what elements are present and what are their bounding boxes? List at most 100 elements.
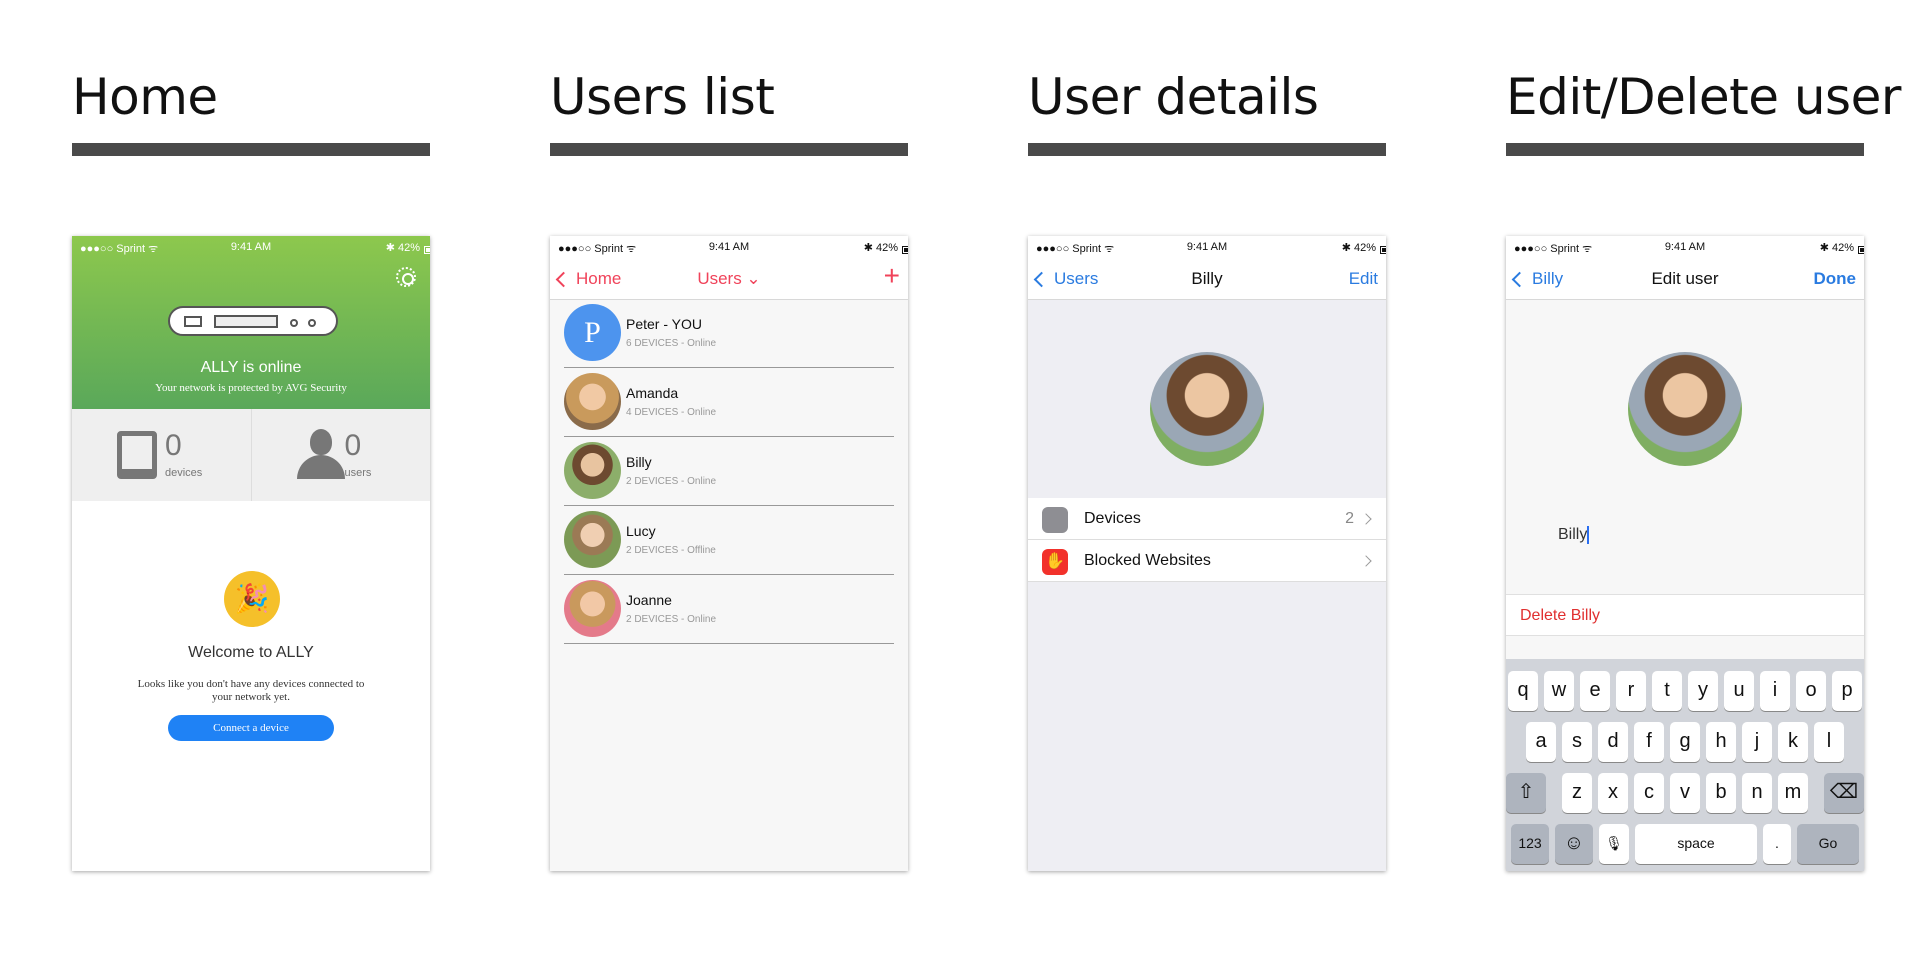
avatar	[564, 442, 621, 499]
key[interactable]: o	[1796, 671, 1826, 711]
key[interactable]: t	[1652, 671, 1682, 711]
key[interactable]: u	[1724, 671, 1754, 711]
nav-title: Billy	[1191, 269, 1223, 288]
list-item[interactable]: Joanne 2 DEVICES - Online	[564, 576, 894, 644]
key[interactable]: g	[1670, 722, 1700, 762]
welcome-text: Looks like you don't have any devices co…	[137, 678, 365, 703]
key[interactable]: j	[1742, 722, 1772, 762]
home-hero: ●●●○○ Sprint ᯤ 9:41 AM ✱ 42% ALLY is onl…	[72, 236, 430, 409]
devices-icon	[1042, 507, 1068, 533]
key[interactable]: z	[1562, 773, 1592, 813]
blocked-websites-row[interactable]: ✋ Blocked Websites	[1028, 540, 1386, 582]
battery-text: ✱ 42%	[1819, 242, 1854, 254]
key[interactable]: k	[1778, 722, 1808, 762]
devices-stat[interactable]: 0 devices	[72, 409, 252, 501]
space-key[interactable]: space	[1635, 824, 1757, 864]
name-value: Billy	[1558, 526, 1588, 544]
users-stat[interactable]: 0 users	[252, 409, 431, 501]
delete-user-button[interactable]: Delete Billy	[1506, 594, 1864, 636]
user-name: Peter - YOU	[626, 316, 702, 332]
chevron-right-icon	[1360, 513, 1372, 525]
user-status: 2 DEVICES - Online	[626, 614, 717, 625]
keyboard-row-4: 123 ☺ 🎙 space . Go	[1506, 824, 1864, 864]
list-item[interactable]: P Peter - YOU 6 DEVICES - Online	[564, 300, 894, 368]
list-item[interactable]: Billy 2 DEVICES - Online	[564, 438, 894, 506]
emoji-key[interactable]: ☺	[1555, 824, 1593, 864]
backspace-key[interactable]: ⌫	[1824, 773, 1864, 813]
users-label: users	[344, 467, 372, 479]
key[interactable]: q	[1508, 671, 1538, 711]
status-bar: ●●●○○ Sprint ᯤ 9:41 AM ✱ 42%	[1028, 236, 1386, 256]
gear-icon[interactable]	[396, 267, 416, 287]
key[interactable]: b	[1706, 773, 1736, 813]
tablet-icon	[117, 431, 157, 479]
keyboard-row-2: a s d f g h j k l	[1506, 722, 1864, 762]
avatar	[1150, 352, 1264, 466]
key[interactable]: s	[1562, 722, 1592, 762]
avatar[interactable]	[1628, 352, 1742, 466]
user-icon	[296, 429, 345, 479]
key[interactable]: f	[1634, 722, 1664, 762]
online-title: ALLY is online	[200, 359, 302, 376]
mic-key[interactable]: 🎙	[1599, 824, 1629, 864]
key[interactable]: x	[1598, 773, 1628, 813]
devices-count: 0	[165, 429, 182, 462]
avatar	[564, 580, 621, 637]
avatar	[564, 511, 621, 568]
key[interactable]: n	[1742, 773, 1772, 813]
text-caret	[1587, 526, 1589, 544]
name-field[interactable]: Billy	[1558, 526, 1589, 544]
user-status: 4 DEVICES - Online	[626, 407, 717, 418]
add-user-button[interactable]: +	[884, 260, 900, 292]
key[interactable]: i	[1760, 671, 1790, 711]
key[interactable]: e	[1580, 671, 1610, 711]
edit-button[interactable]: Edit	[1349, 269, 1378, 289]
title-rule	[1028, 143, 1386, 156]
battery-icon	[902, 246, 908, 254]
avatar: P	[564, 304, 621, 361]
user-name: Joanne	[626, 592, 672, 608]
key[interactable]: m	[1778, 773, 1808, 813]
user-status: 2 DEVICES - Offline	[626, 545, 716, 556]
key[interactable]: y	[1688, 671, 1718, 711]
key[interactable]: v	[1670, 773, 1700, 813]
list-item[interactable]: Lucy 2 DEVICES - Offline	[564, 507, 894, 575]
key[interactable]: p	[1832, 671, 1862, 711]
battery-indicator: ✱ 42%	[864, 241, 908, 254]
title-rule	[72, 143, 430, 156]
battery-text: ✱ 42%	[1341, 242, 1376, 254]
battery-indicator: ✱ 42%	[386, 241, 430, 254]
battery-indicator: ✱ 42%	[1341, 241, 1386, 254]
key[interactable]: d	[1598, 722, 1628, 762]
row-count: 2	[1345, 510, 1354, 527]
row-label: Blocked Websites	[1084, 552, 1211, 569]
key[interactable]: r	[1616, 671, 1646, 711]
go-key[interactable]: Go	[1797, 824, 1859, 864]
done-button[interactable]: Done	[1814, 269, 1857, 289]
devices-row[interactable]: Devices 2	[1028, 498, 1386, 540]
panel-title: Edit/Delete user	[1506, 68, 1901, 126]
list-item[interactable]: Amanda 4 DEVICES - Online	[564, 369, 894, 437]
keyboard: q w e r t y u i o p a s d f g h j k l ⇧ …	[1506, 659, 1864, 871]
panel-title: User details	[1028, 68, 1319, 126]
welcome-title: Welcome to ALLY	[188, 644, 314, 661]
connect-device-button[interactable]: Connect a device	[168, 715, 334, 741]
status-bar: ●●●○○ Sprint ᯤ 9:41 AM ✱ 42%	[550, 236, 908, 256]
numbers-key[interactable]: 123	[1511, 824, 1549, 864]
clock: 9:41 AM	[230, 241, 272, 253]
key[interactable]: a	[1526, 722, 1556, 762]
key[interactable]: w	[1544, 671, 1574, 711]
key[interactable]: l	[1814, 722, 1844, 762]
battery-icon	[424, 246, 430, 254]
phone-home: ●●●○○ Sprint ᯤ 9:41 AM ✱ 42% ALLY is onl…	[72, 236, 430, 871]
chevron-right-icon	[1360, 555, 1372, 567]
stats-bar: 0 devices 0 users	[72, 409, 430, 501]
users-dropdown[interactable]: Users ⌄	[550, 269, 908, 289]
party-icon: 🎉	[224, 571, 280, 627]
shift-key[interactable]: ⇧	[1506, 773, 1546, 813]
period-key[interactable]: .	[1763, 824, 1791, 864]
key[interactable]: c	[1634, 773, 1664, 813]
clock: 9:41 AM	[708, 241, 750, 253]
key[interactable]: h	[1706, 722, 1736, 762]
users-count: 0	[344, 429, 362, 462]
